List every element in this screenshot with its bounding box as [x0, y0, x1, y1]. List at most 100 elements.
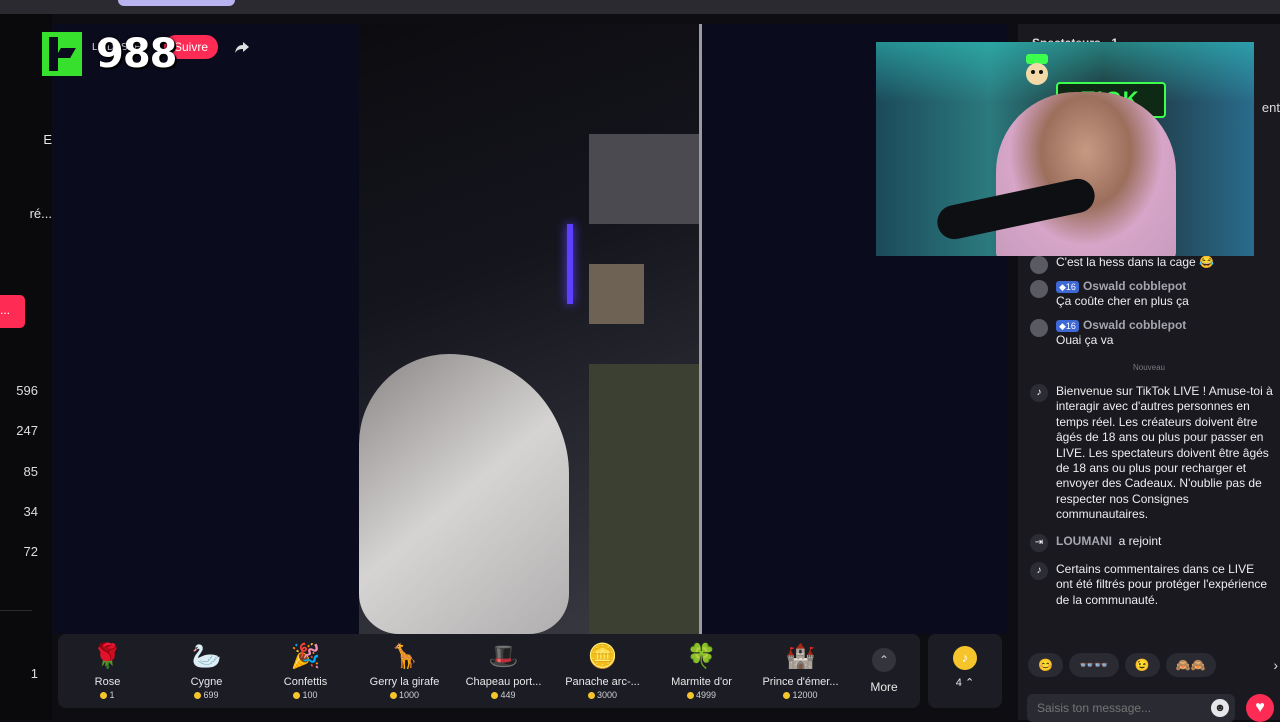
coin-count: 4 ⌃ [955, 677, 975, 689]
tiktok-logo-icon: ♪ [1030, 384, 1048, 402]
emerald-prince-icon: 🏰 [785, 643, 816, 670]
gift-lucky-hat[interactable]: 🎩 Chapeau port... 449 [454, 634, 553, 708]
lucky-hat-icon: 🎩 [488, 643, 519, 670]
gift-rainbow-panache[interactable]: 🪙 Panache arc-... 3000 [553, 634, 652, 708]
coin-icon [491, 691, 499, 699]
avatar[interactable] [1030, 319, 1048, 337]
sidebar-count-5: 72 [23, 544, 38, 559]
system-message: ♪ Certains commentaires dans ce LIVE ont… [1030, 562, 1274, 608]
sidebar-text-3[interactable]: ré... [30, 206, 52, 221]
system-message: ♪ Bienvenue sur TikTok LIVE ! Amuse-toi … [1030, 384, 1274, 523]
gift-price: 1000 [389, 690, 419, 700]
level-badge: ◆16 [1056, 320, 1079, 332]
sidebar-divider [0, 610, 32, 611]
chevron-right-icon[interactable]: › [1273, 657, 1278, 673]
chat-tab-truncated[interactable]: ent [1262, 100, 1280, 115]
quick-emoji-row: 😊 👓👓 😉 🙈🙈 › [1028, 653, 1278, 677]
gift-name: Rose [94, 676, 121, 688]
quick-emoji[interactable]: 👓👓 [1068, 653, 1119, 677]
chevron-up-icon: ⌃ [872, 648, 896, 672]
gift-emerald-prince[interactable]: 🏰 Prince d'émer... 12000 [751, 634, 850, 708]
sidebar-text-1[interactable]: E [43, 132, 52, 147]
coin-icon [686, 691, 694, 699]
quick-emoji[interactable]: 😊 [1028, 653, 1063, 677]
chat-username[interactable]: Oswald cobblepot [1083, 318, 1186, 332]
sidebar-bottom-count: 1 [30, 666, 38, 681]
chat-input-box[interactable]: ☻ [1027, 694, 1235, 722]
gift-price: 12000 [783, 690, 818, 700]
coin-icon [783, 691, 791, 699]
coin-icon [293, 691, 301, 699]
sidebar-count-4: 34 [23, 504, 38, 519]
browser-top-bar [0, 0, 1280, 14]
gift-swan[interactable]: 🦢 Cygne 699 [157, 634, 256, 708]
kick-logo-icon [42, 32, 82, 76]
chat-message: ◆16 Oswald cobblepot Ça coûte cher en plu… [1030, 279, 1274, 310]
gift-name: Marmite d'or [671, 676, 732, 688]
rose-icon: 🌹 [92, 643, 123, 670]
coin-icon [194, 691, 202, 699]
gift-bar: 🌹 Rose 1 🦢 Cygne 699 🎉 Confettis 100 🦒 G… [58, 634, 920, 708]
join-text: a rejoint [1118, 534, 1162, 548]
tiktok-coin-icon: ♪ [953, 646, 977, 670]
left-sidebar: E ré... ... 596 247 85 34 72 1 [0, 14, 52, 720]
gift-price: 1 [100, 690, 115, 700]
more-gifts-button[interactable]: ⌃ More [850, 634, 918, 708]
confetti-icon: 🎉 [290, 643, 321, 670]
join-message: ⇥ LOUMANI a rejoint [1030, 534, 1274, 552]
sidebar-count-2: 247 [16, 423, 38, 438]
mascot-icon [1026, 54, 1048, 85]
streamer-figure [996, 92, 1176, 256]
giraffe-icon: 🦒 [389, 643, 420, 670]
gift-name: Chapeau port... [465, 676, 542, 688]
video-shelf [589, 134, 699, 224]
chat-message: C'est la hess dans la cage 😂 [1030, 255, 1274, 274]
gift-gold-pot[interactable]: 🍀 Marmite d'or 4999 [652, 634, 751, 708]
joined-username[interactable]: LOUMANI [1056, 534, 1112, 548]
message-text: Ça coûte cher en plus ça [1056, 294, 1189, 309]
gift-name: Gerry la girafe [369, 676, 440, 688]
gold-pot-icon: 🍀 [686, 643, 717, 670]
gift-confetti[interactable]: 🎉 Confettis 100 [256, 634, 355, 708]
gift-price: 100 [293, 690, 318, 700]
swan-icon: 🦢 [191, 643, 222, 670]
share-icon[interactable] [234, 39, 250, 55]
sidebar-count-1: 596 [16, 383, 38, 398]
level-badge: ◆16 [1056, 281, 1079, 293]
live-video-stage[interactable] [52, 24, 1008, 634]
coin-icon [587, 691, 595, 699]
message-text: Ouai ça va [1056, 333, 1114, 348]
gift-name: Confettis [283, 676, 328, 688]
gift-giraffe[interactable]: 🦒 Gerry la girafe 1000 [355, 634, 454, 708]
streamer-webcam-overlay: TICK [876, 42, 1254, 256]
gift-name: Panache arc-... [565, 676, 640, 688]
active-tab-indicator[interactable] [118, 0, 235, 6]
kick-overlay: 988 [42, 31, 177, 77]
gift-name: Cygne [190, 676, 223, 688]
emoji-picker-icon[interactable]: ☻ [1211, 699, 1229, 717]
coin-icon [100, 691, 108, 699]
gift-price: 3000 [587, 690, 617, 700]
coin-balance-button[interactable]: ♪ 4 ⌃ [928, 634, 1002, 708]
like-heart-button[interactable]: ♥ [1246, 694, 1274, 722]
go-live-button[interactable]: ... [0, 295, 25, 328]
chat-username[interactable]: Oswald cobblepot [1083, 279, 1186, 293]
chat-message: ◆16 Oswald cobblepot Ouai ça va [1030, 318, 1274, 349]
chat-message-input[interactable] [1037, 701, 1207, 715]
video-box [589, 264, 644, 324]
avatar[interactable] [1030, 280, 1048, 298]
gift-price: 449 [491, 690, 516, 700]
gift-rose[interactable]: 🌹 Rose 1 [58, 634, 157, 708]
coin-icon [389, 691, 397, 699]
welcome-text: Bienvenue sur TikTok LIVE ! Amuse-toi à … [1056, 384, 1273, 522]
avatar[interactable] [1030, 256, 1048, 274]
gift-price: 4999 [686, 690, 716, 700]
tiktok-logo-icon: ♪ [1030, 562, 1048, 580]
join-icon: ⇥ [1030, 534, 1048, 552]
filtered-text: Certains commentaires dans ce LIVE ont é… [1056, 562, 1268, 607]
video-camo-jacket [589, 364, 702, 634]
live-video-frame[interactable] [359, 24, 702, 634]
quick-emoji[interactable]: 😉 [1124, 653, 1160, 677]
quick-emoji[interactable]: 🙈🙈 [1165, 653, 1216, 677]
video-led-light [567, 224, 573, 304]
